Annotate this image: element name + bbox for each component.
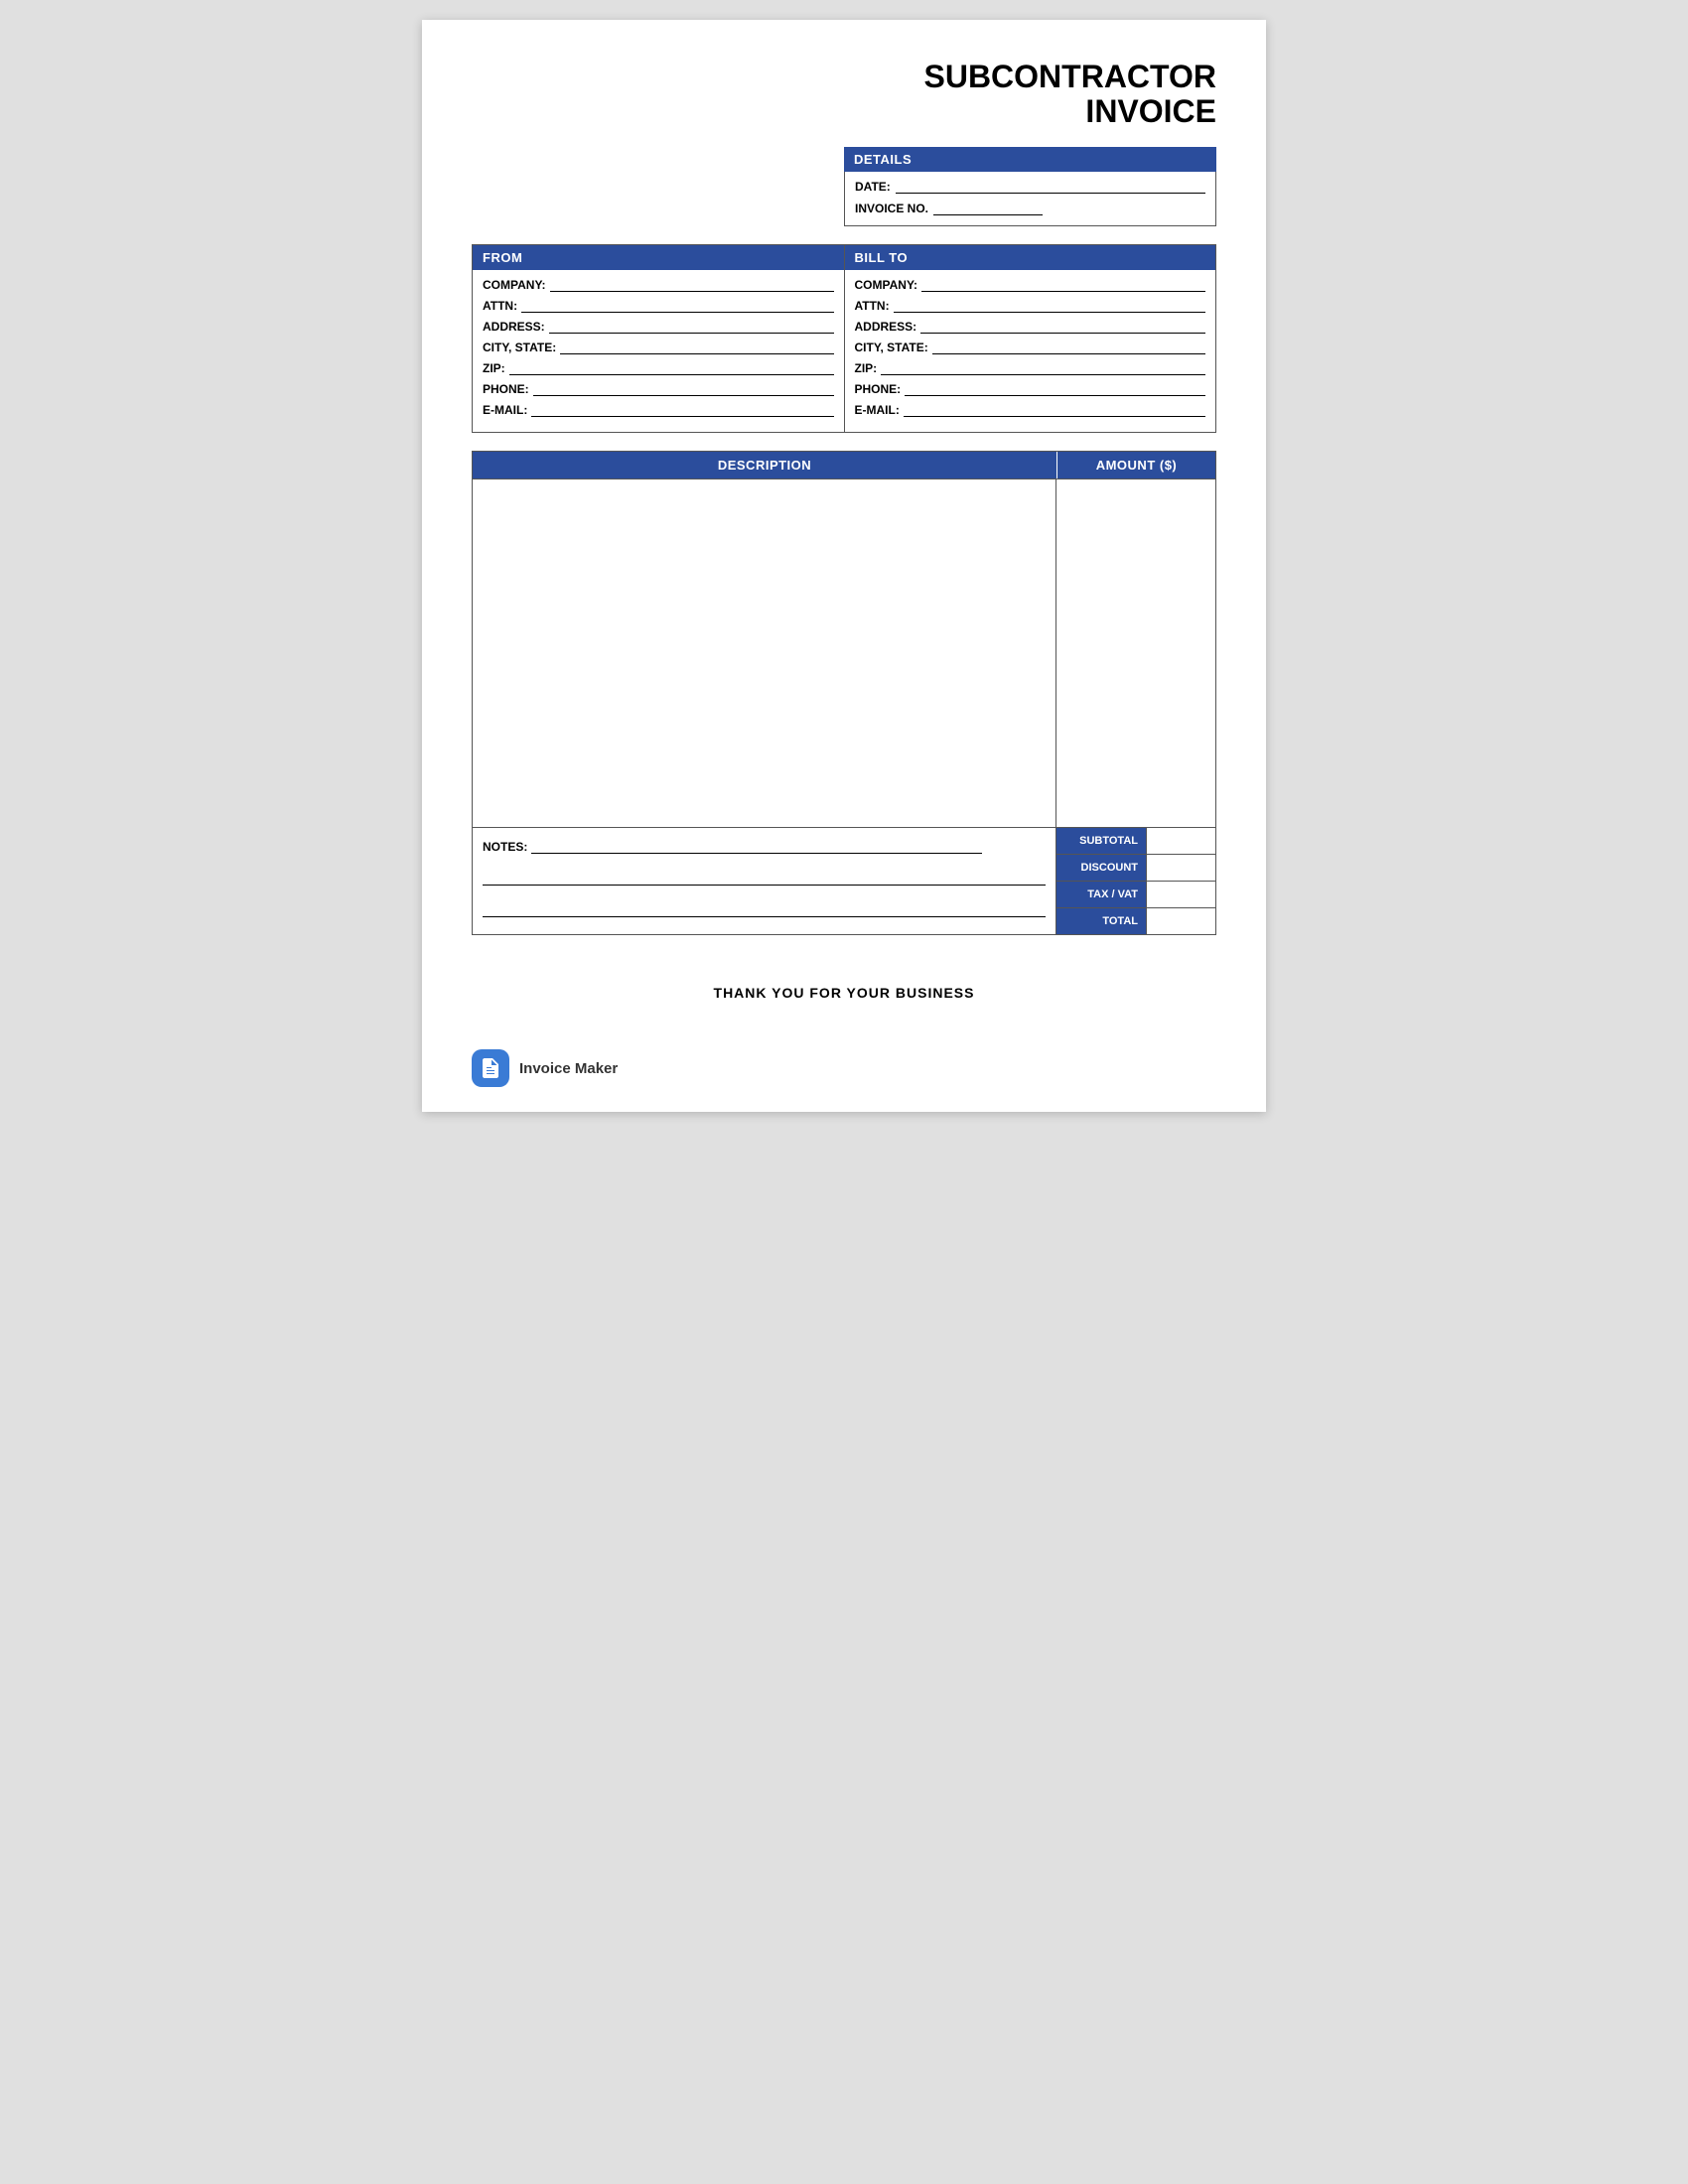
from-phone-row: PHONE: — [483, 382, 834, 396]
from-citystate-row: CITY, STATE: — [483, 341, 834, 354]
from-company-line — [550, 278, 834, 292]
footer-brand: Invoice Maker — [472, 1049, 618, 1087]
from-phone-line — [533, 382, 834, 396]
discount-value[interactable] — [1146, 855, 1215, 881]
from-zip-line — [509, 361, 834, 375]
billto-header: BILL TO — [845, 245, 1216, 270]
date-row: DATE: — [855, 180, 1205, 194]
from-zip-label: ZIP: — [483, 361, 505, 375]
tax-label: TAX / VAT — [1056, 882, 1146, 907]
amount-cell[interactable] — [1056, 479, 1215, 827]
from-citystate-line — [560, 341, 833, 354]
description-cell[interactable] — [473, 479, 1056, 827]
date-underline — [896, 180, 1205, 194]
billto-address-line — [920, 320, 1205, 334]
title-line1: SUBCONTRACTOR — [923, 59, 1216, 94]
brand-name: Invoice Maker — [519, 1060, 618, 1077]
billto-email-row: E-MAIL: — [855, 403, 1206, 417]
from-billto-section: FROM COMPANY: ATTN: ADDRESS: CITY, STATE… — [472, 244, 1216, 433]
billto-citystate-label: CITY, STATE: — [855, 341, 928, 354]
billto-body: COMPANY: ATTN: ADDRESS: CITY, STATE: ZIP… — [845, 270, 1216, 432]
totals-area: SUBTOTAL DISCOUNT TAX / VAT TOTAL — [1056, 828, 1215, 934]
from-citystate-label: CITY, STATE: — [483, 341, 556, 354]
billto-attn-row: ATTN: — [855, 299, 1206, 313]
from-attn-row: ATTN: — [483, 299, 834, 313]
title-line2: INVOICE — [1085, 93, 1216, 129]
tax-row: TAX / VAT — [1056, 882, 1215, 908]
billto-email-line — [904, 403, 1205, 417]
notes-line-3 — [483, 901, 1046, 917]
invoice-page: SUBCONTRACTOR INVOICE DETAILS DATE: INVO… — [422, 20, 1266, 1112]
from-address-line — [549, 320, 834, 334]
billto-column: BILL TO COMPANY: ATTN: ADDRESS: CITY, ST… — [845, 245, 1216, 432]
from-email-label: E-MAIL: — [483, 403, 527, 417]
billto-address-label: ADDRESS: — [855, 320, 917, 334]
invoice-maker-icon — [479, 1056, 502, 1080]
subtotal-row: SUBTOTAL — [1056, 828, 1215, 855]
billto-company-line — [921, 278, 1205, 292]
notes-line-1 — [531, 838, 982, 854]
from-zip-row: ZIP: — [483, 361, 834, 375]
invoice-no-underline — [933, 202, 1043, 215]
invoice-no-label: INVOICE NO. — [855, 202, 928, 215]
from-company-label: COMPANY: — [483, 278, 546, 292]
from-column: FROM COMPANY: ATTN: ADDRESS: CITY, STATE… — [473, 245, 845, 432]
from-address-row: ADDRESS: — [483, 320, 834, 334]
discount-row: DISCOUNT — [1056, 855, 1215, 882]
from-header: FROM — [473, 245, 844, 270]
total-label: TOTAL — [1056, 908, 1146, 934]
billto-attn-label: ATTN: — [855, 299, 890, 313]
billto-phone-label: PHONE: — [855, 382, 902, 396]
from-phone-label: PHONE: — [483, 382, 529, 396]
from-attn-label: ATTN: — [483, 299, 517, 313]
billto-zip-row: ZIP: — [855, 361, 1206, 375]
amount-header: AMOUNT ($) — [1056, 452, 1215, 478]
billto-address-row: ADDRESS: — [855, 320, 1206, 334]
date-label: DATE: — [855, 180, 891, 194]
tax-value[interactable] — [1146, 882, 1215, 907]
invoice-no-row: INVOICE NO. — [855, 202, 1205, 215]
discount-label: DISCOUNT — [1056, 855, 1146, 881]
brand-icon — [472, 1049, 509, 1087]
billto-company-row: COMPANY: — [855, 278, 1206, 292]
description-table: DESCRIPTION AMOUNT ($) — [472, 451, 1216, 828]
notes-line-2 — [483, 870, 1046, 886]
total-value[interactable] — [1146, 908, 1215, 934]
from-address-label: ADDRESS: — [483, 320, 545, 334]
billto-phone-line — [905, 382, 1205, 396]
billto-citystate-line — [932, 341, 1205, 354]
from-email-row: E-MAIL: — [483, 403, 834, 417]
subtotal-label: SUBTOTAL — [1056, 828, 1146, 854]
subtotal-value[interactable] — [1146, 828, 1215, 854]
notes-label: NOTES: — [483, 840, 527, 854]
total-row: TOTAL — [1056, 908, 1215, 934]
billto-attn-line — [894, 299, 1205, 313]
details-section: DETAILS DATE: INVOICE NO. — [472, 147, 1216, 226]
billto-company-label: COMPANY: — [855, 278, 918, 292]
table-header-row: DESCRIPTION AMOUNT ($) — [473, 452, 1215, 478]
billto-citystate-row: CITY, STATE: — [855, 341, 1206, 354]
thank-you-message: THANK YOU FOR YOUR BUSINESS — [472, 985, 1216, 1001]
from-email-line — [531, 403, 833, 417]
notes-area: NOTES: — [473, 828, 1056, 934]
description-header: DESCRIPTION — [473, 452, 1056, 478]
summary-section: NOTES: SUBTOTAL DISCOUNT TAX / VAT TOTAL — [472, 828, 1216, 935]
details-header: DETAILS — [844, 147, 1216, 172]
billto-phone-row: PHONE: — [855, 382, 1206, 396]
table-body-row — [473, 478, 1215, 827]
billto-email-label: E-MAIL: — [855, 403, 900, 417]
from-company-row: COMPANY: — [483, 278, 834, 292]
billto-zip-line — [881, 361, 1205, 375]
invoice-title: SUBCONTRACTOR INVOICE — [472, 60, 1216, 129]
from-body: COMPANY: ATTN: ADDRESS: CITY, STATE: ZIP… — [473, 270, 844, 432]
from-attn-line — [521, 299, 833, 313]
billto-zip-label: ZIP: — [855, 361, 878, 375]
